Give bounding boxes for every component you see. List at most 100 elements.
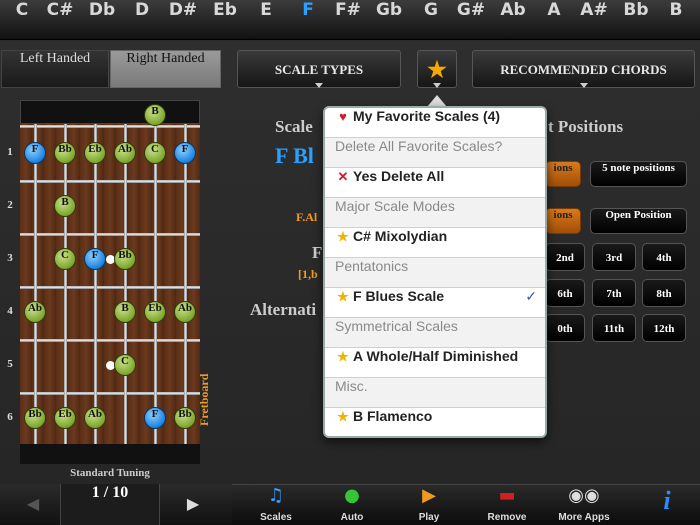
scale-notes: F.Al [296, 210, 318, 224]
popup-item-label: Pentatonics [335, 258, 409, 274]
scale-heading: Scale [275, 117, 313, 136]
key-c-sharp[interactable]: C# [40, 0, 80, 40]
next-arrow-icon: ▶ [186, 496, 200, 513]
root-note-marker[interactable]: F [144, 407, 166, 429]
popup-section-header: Pentatonics [325, 258, 545, 288]
key-d[interactable]: D [122, 0, 162, 40]
positions-heading: t Positions [548, 117, 624, 136]
fret-wire [20, 125, 200, 128]
fret-wire [20, 233, 200, 236]
note-marker[interactable]: B [144, 104, 166, 126]
position-12th-button[interactable]: 12th [642, 314, 686, 342]
note-marker[interactable]: Ab [174, 301, 196, 323]
toolbar-label: More Apps [558, 512, 610, 523]
key-d-sharp[interactable]: D# [163, 0, 203, 40]
popup-section-header: Major Scale Modes [325, 198, 545, 228]
popup-menu-item[interactable]: ★ A Whole/Half Diminished [325, 348, 545, 378]
position-0th-button[interactable]: 0th [545, 314, 585, 342]
previous-page-button[interactable]: ◀ [2, 490, 64, 520]
note-marker[interactable]: Bb [114, 248, 136, 270]
key-eb[interactable]: Eb [205, 0, 245, 40]
note-marker[interactable]: Bb [24, 407, 46, 429]
position-6th-button[interactable]: 6th [545, 279, 585, 307]
fret-number: 3 [7, 252, 13, 264]
key-bb[interactable]: Bb [616, 0, 656, 40]
favorites-button[interactable]: ★ [417, 50, 457, 88]
note-marker[interactable]: C [54, 248, 76, 270]
fretboard[interactable] [20, 124, 200, 444]
popup-item-label: C# Mixolydian [353, 228, 448, 244]
note-marker[interactable]: Bb [54, 142, 76, 164]
key-g[interactable]: G [411, 0, 451, 40]
key-a[interactable]: A [534, 0, 574, 40]
note-marker[interactable]: Eb [84, 142, 106, 164]
note-marker[interactable]: Eb [54, 407, 76, 429]
key-c[interactable]: C [2, 0, 42, 40]
position-8th-button[interactable]: 8th [642, 279, 686, 307]
toolbar-scales-button[interactable]: ♫ Scales [252, 484, 300, 525]
popup-menu-item[interactable]: ★ B Flamenco [325, 408, 545, 436]
position-7th-button[interactable]: 7th [592, 279, 636, 307]
root-note-marker[interactable]: F [84, 248, 106, 270]
popup-menu-item[interactable]: ★ F Blues Scale ✓ [325, 288, 545, 318]
star-icon: ★ [337, 229, 349, 244]
note-marker[interactable]: B [54, 195, 76, 217]
scale-name: F Bl [275, 143, 314, 168]
position-2nd-button[interactable]: 2nd [545, 243, 585, 271]
key-f-sharp[interactable]: F# [328, 0, 368, 40]
five-note-positions-button[interactable]: 5 note positions [590, 161, 687, 187]
toolbar-play-button[interactable]: ▶ Play [398, 484, 460, 525]
note-marker[interactable]: Eb [144, 301, 166, 323]
note-marker[interactable]: C [114, 354, 136, 376]
tuning-name: Standard Tuning [70, 467, 150, 479]
fret-number: 5 [7, 358, 13, 370]
position-3rd-button[interactable]: 3rd [592, 243, 636, 271]
key-a-sharp[interactable]: A# [574, 0, 614, 40]
music-note-icon: ♫ [267, 485, 285, 506]
toolbar-more-apps-button[interactable]: ◉◉ More Apps [550, 484, 618, 525]
popup-item-label: Major Scale Modes [335, 198, 455, 214]
recommended-chords-button[interactable]: RECOMMENDED CHORDS [472, 50, 695, 88]
scale-types-button[interactable]: SCALE TYPES [237, 50, 401, 88]
open-position-button[interactable]: Open Position [590, 208, 687, 234]
prev-arrow-icon: ◀ [26, 496, 40, 513]
note-marker[interactable]: C [144, 142, 166, 164]
right-handed-button[interactable]: Right Handed [110, 50, 221, 88]
root-note-marker[interactable]: F [174, 142, 196, 164]
positions-button-2[interactable]: ions [545, 208, 581, 234]
favorites-popover: ♥ My Favorite Scales (4) Delete All Favori… [323, 106, 547, 438]
next-page-button[interactable]: ▶ [162, 490, 224, 520]
root-note-marker[interactable]: F [24, 142, 46, 164]
key-b[interactable]: B [656, 0, 696, 40]
key-e[interactable]: E [246, 0, 286, 40]
fret-number: 2 [7, 199, 13, 211]
toolbar-remove-button[interactable]: ▬ Remove [478, 484, 536, 525]
note-marker[interactable]: Bb [174, 407, 196, 429]
positions-button[interactable]: ions [545, 161, 581, 187]
popup-menu-item[interactable]: ♥ My Favorite Scales (4) [325, 108, 545, 138]
popup-item-label: Yes Delete All [353, 168, 445, 184]
key-f[interactable]: F [288, 0, 328, 40]
note-marker[interactable]: Ab [84, 407, 106, 429]
guitar-string [94, 124, 97, 444]
guitar-string [184, 124, 187, 444]
star-icon: ★ [337, 289, 349, 304]
position-4th-button[interactable]: 4th [642, 243, 686, 271]
toolbar-auto-button[interactable]: ● Auto [322, 484, 382, 525]
eyes-icon: ◉◉ [568, 485, 600, 506]
note-marker[interactable]: Ab [24, 301, 46, 323]
left-handed-button[interactable]: Left Handed [1, 50, 109, 88]
toolbar-info-button[interactable]: i [642, 484, 692, 525]
note-marker[interactable]: Ab [114, 142, 136, 164]
play-icon: ▶ [422, 485, 436, 506]
guitar-string [64, 124, 67, 444]
note-marker[interactable]: B [114, 301, 136, 323]
key-gb[interactable]: Gb [369, 0, 409, 40]
position-11th-button[interactable]: 11th [592, 314, 636, 342]
scale-types-label: SCALE TYPES [274, 62, 364, 77]
key-g-sharp[interactable]: G# [451, 0, 491, 40]
key-db[interactable]: Db [82, 0, 122, 40]
key-ab[interactable]: Ab [493, 0, 533, 40]
popup-menu-item[interactable]: ★ C# Mixolydian [325, 228, 545, 258]
popup-menu-item[interactable]: ✕ Yes Delete All [325, 168, 545, 198]
